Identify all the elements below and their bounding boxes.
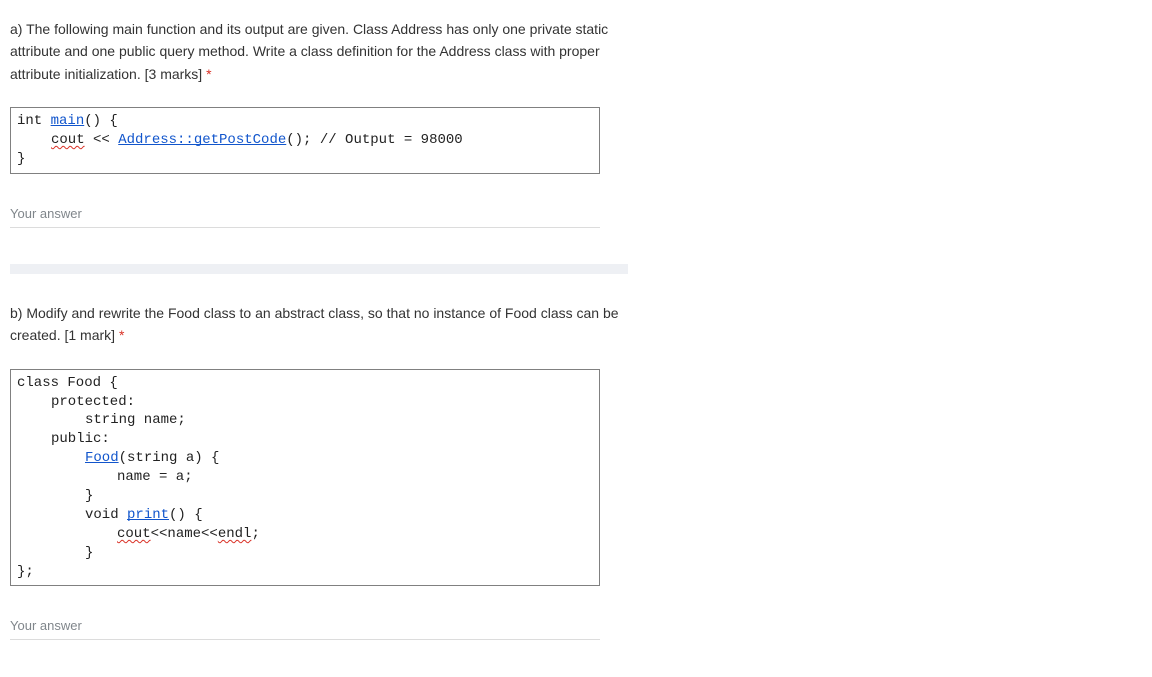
kw-cout: cout	[51, 132, 85, 148]
answer-field-b-wrap[interactable]	[10, 616, 600, 640]
fn-getpostcode: Address::getPostCode	[118, 132, 286, 148]
cb-l10: }	[17, 544, 93, 563]
question-a-body: a) The following main function and its o…	[10, 21, 608, 82]
fn-print: print	[127, 507, 169, 523]
op-name: <<name<<	[151, 526, 218, 542]
paren-open: () {	[84, 113, 118, 129]
question-a: a) The following main function and its o…	[10, 18, 630, 228]
section-separator	[10, 264, 628, 274]
cb-l11: };	[17, 564, 34, 580]
question-a-text: a) The following main function and its o…	[10, 18, 630, 85]
cb-l4: public:	[17, 430, 110, 449]
comment-output: (); // Output = 98000	[286, 132, 462, 148]
cb-l7: }	[17, 487, 93, 506]
kw-void: void	[85, 507, 127, 523]
kw-cout-2: cout	[117, 526, 151, 542]
cb-l9: cout<<name<<endl;	[17, 526, 260, 542]
fn-main: main	[51, 113, 85, 129]
required-asterisk: *	[119, 327, 124, 343]
cb-l5: Food(string a) {	[17, 450, 219, 466]
ctor-food: Food	[85, 450, 119, 466]
code-line-1: int main() {	[17, 113, 118, 129]
op-ins: <<	[85, 132, 119, 148]
answer-field-a-wrap[interactable]	[10, 204, 600, 228]
kw-endl: endl	[218, 526, 252, 542]
question-b: b) Modify and rewrite the Food class to …	[10, 302, 630, 641]
cb-l2: protected:	[17, 393, 135, 412]
print-open: () {	[169, 507, 203, 523]
semicolon: ;	[251, 526, 259, 542]
code-line-2: cout << Address::getPostCode(); // Outpu…	[17, 132, 463, 148]
answer-input-a[interactable]	[10, 204, 600, 223]
cb-l6: name = a;	[17, 468, 193, 487]
question-b-body: b) Modify and rewrite the Food class to …	[10, 305, 619, 343]
question-a-codebox: int main() { cout << Address::getPostCod…	[10, 107, 600, 174]
question-b-codebox: class Food { protected: string name; pub…	[10, 369, 600, 587]
required-asterisk: *	[206, 66, 211, 82]
cb-l8: void print() {	[17, 507, 203, 523]
kw-int: int	[17, 113, 51, 129]
ctor-params: (string a) {	[119, 450, 220, 466]
cb-l1: class Food {	[17, 375, 118, 391]
answer-input-b[interactable]	[10, 616, 600, 635]
code-line-3: }	[17, 151, 25, 167]
cb-l3: string name;	[17, 411, 186, 430]
question-b-text: b) Modify and rewrite the Food class to …	[10, 302, 630, 347]
